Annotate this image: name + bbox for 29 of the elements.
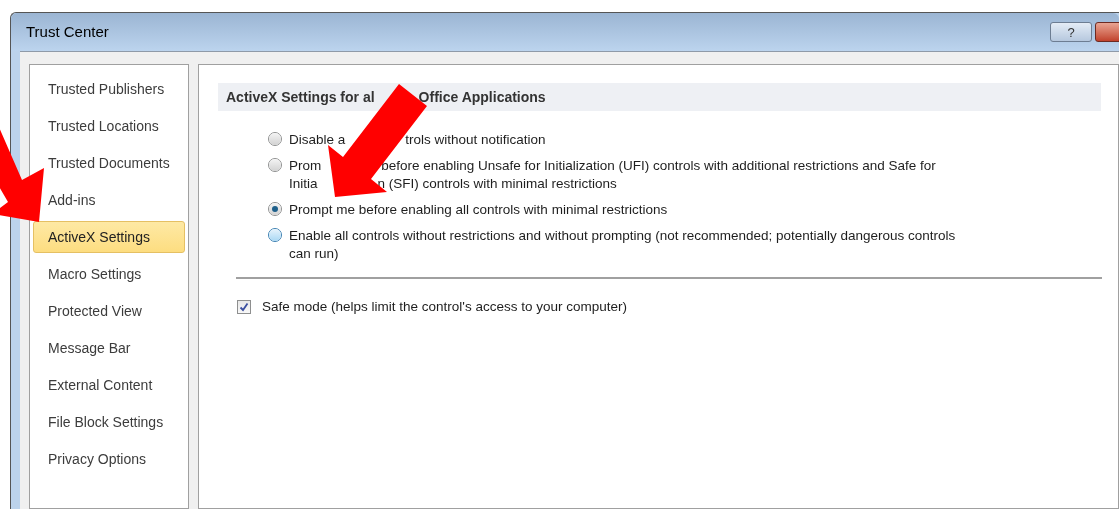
sidebar-item[interactable]: Privacy Options: [48, 443, 147, 475]
sidebar-item[interactable]: File Block Settings: [48, 406, 164, 438]
section-heading: Office Applications: [418, 87, 546, 107]
sidebar-item[interactable]: Trusted Locations: [48, 110, 159, 142]
section-heading: ActiveX Settings for al: [226, 87, 375, 107]
option-label: Enable all controls without restrictions and without prompting (not recommended; potentially dangerous controls: [289, 226, 956, 245]
radio-button[interactable]: [268, 132, 282, 146]
option-label: before enabling Unsafe for Initialization (UFI) controls with additional restrictions and Safe for: [381, 156, 936, 175]
option-label: Disable a: [289, 130, 346, 149]
help-button[interactable]: ?: [1050, 22, 1092, 42]
option-label: can run): [289, 244, 339, 263]
window-title: Trust Center: [26, 21, 109, 42]
sidebar-item[interactable]: Trusted Publishers: [48, 73, 165, 105]
sidebar-item[interactable]: Protected View: [48, 295, 142, 327]
option-label: Prom: [289, 156, 322, 175]
sidebar-item[interactable]: ActiveX Settings: [33, 221, 185, 253]
radio-button[interactable]: [268, 228, 282, 242]
sidebar-item[interactable]: Macro Settings: [48, 258, 142, 290]
sidebar-item[interactable]: Message Bar: [48, 332, 131, 364]
checkbox-label: Safe mode (helps limit the control's access to your computer): [262, 298, 627, 316]
option-label: trols without notification: [405, 130, 546, 149]
radio-button[interactable]: [268, 158, 282, 172]
sidebar-item[interactable]: External Content: [48, 369, 153, 401]
checkbox[interactable]: [237, 300, 251, 315]
radio-button[interactable]: [268, 202, 282, 216]
sidebar-item[interactable]: Add-ins: [48, 184, 96, 216]
sidebar-item[interactable]: Trusted Documents: [48, 147, 170, 179]
option-label: Initia: [289, 174, 318, 193]
option-label: Prompt me before enabling all controls with minimal restrictions: [289, 200, 668, 219]
